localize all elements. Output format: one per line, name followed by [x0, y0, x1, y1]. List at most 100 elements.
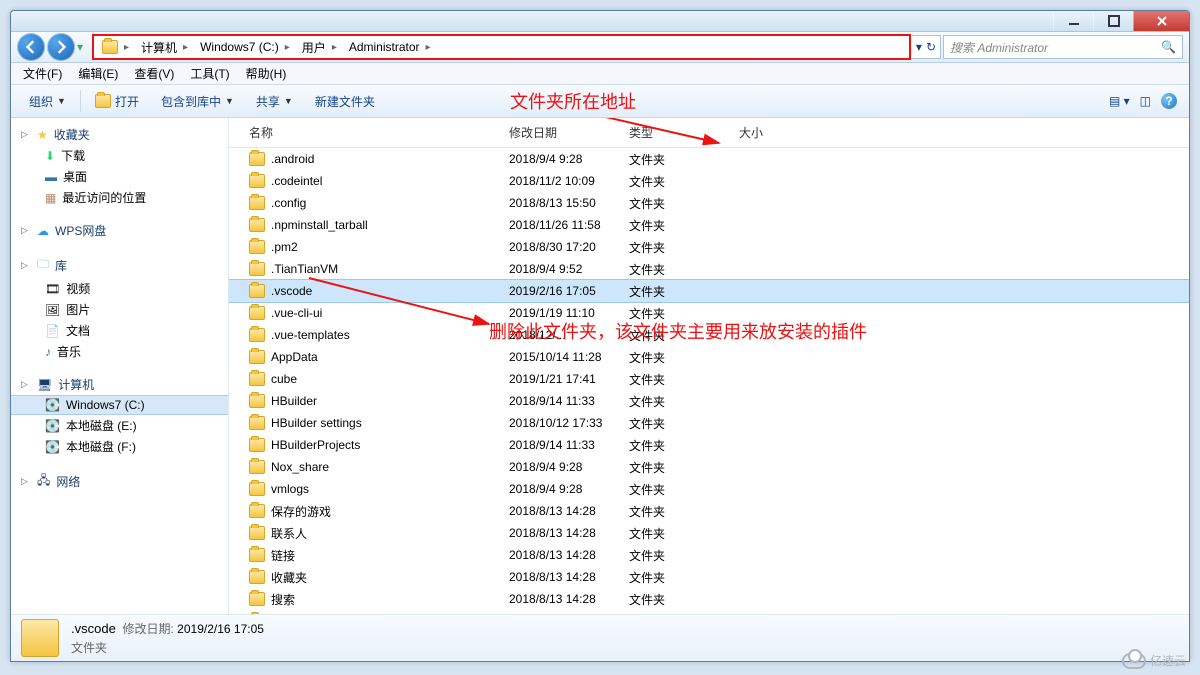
minimize-button[interactable] [1053, 11, 1093, 31]
folder-icon [249, 570, 265, 584]
table-row[interactable]: HBuilder2018/9/14 11:33文件夹 [229, 390, 1189, 412]
col-date[interactable]: 修改日期 [509, 122, 629, 143]
table-row[interactable]: .TianTianVM2018/9/4 9:52文件夹 [229, 258, 1189, 280]
file-type: 文件夹 [629, 525, 739, 542]
address-dropdown-icon[interactable]: ▾ [916, 40, 922, 54]
sidebar-item-drive-c[interactable]: 💽Windows7 (C:) [11, 395, 228, 415]
sidebar-item-desktop[interactable]: ▬桌面 [11, 166, 228, 187]
forward-button[interactable] [47, 33, 75, 61]
sidebar-item-videos[interactable]: 🎞视频 [11, 278, 228, 299]
file-type: 文件夹 [629, 569, 739, 586]
menu-bar: 文件(F) 编辑(E) 查看(V) 工具(T) 帮助(H) [11, 63, 1189, 85]
toolbar-include-in-library[interactable]: 包含到库中▼ [151, 93, 244, 110]
sidebar-network-header[interactable]: ▷🖧网络 [11, 469, 228, 494]
table-row[interactable]: 搜索2018/8/13 14:28文件夹 [229, 588, 1189, 610]
view-mode-button[interactable]: ▤ ▾ [1109, 94, 1130, 108]
file-type: 文件夹 [629, 393, 739, 410]
file-date: 2018/9/4 9:28 [509, 460, 629, 474]
preview-pane-button[interactable]: ◫ [1140, 94, 1151, 108]
sidebar-item-documents[interactable]: 📄文档 [11, 320, 228, 341]
menu-edit[interactable]: 编辑(E) [72, 63, 124, 84]
col-name[interactable]: 名称 [249, 122, 509, 143]
content-body: ▷★收藏夹 ⬇下载 ▬桌面 ▦最近访问的位置 ▷☁WPS网盘 ▷🗀库 🎞视频 🖼… [11, 118, 1189, 614]
table-row[interactable]: .config2018/8/13 15:50文件夹 [229, 192, 1189, 214]
sidebar-item-drive-f[interactable]: 💽本地磁盘 (F:) [11, 436, 228, 457]
sidebar-wps-header[interactable]: ▷☁WPS网盘 [11, 220, 228, 241]
menu-file[interactable]: 文件(F) [17, 63, 68, 84]
menu-tools[interactable]: 工具(T) [184, 63, 235, 84]
table-row[interactable]: .codeintel2018/11/2 10:09文件夹 [229, 170, 1189, 192]
file-date: 2019/1/21 17:41 [509, 372, 629, 386]
table-row[interactable]: HBuilderProjects2018/9/14 11:33文件夹 [229, 434, 1189, 456]
breadcrumb-label: 计算机 [141, 39, 177, 56]
refresh-icon[interactable]: ↻ [926, 40, 936, 54]
column-headers[interactable]: 名称 修改日期 类型 大小 [229, 118, 1189, 148]
table-row[interactable]: 保存的游戏2018/8/13 14:28文件夹 [229, 500, 1189, 522]
breadcrumb-item[interactable]: Administrator▸ [343, 36, 437, 58]
breadcrumb-item[interactable]: 计算机▸ [135, 36, 194, 58]
table-row[interactable]: .android2018/9/4 9:28文件夹 [229, 148, 1189, 170]
col-type[interactable]: 类型 [629, 122, 739, 143]
search-icon[interactable]: 🔍 [1161, 40, 1176, 54]
sidebar-libraries-header[interactable]: ▷🗀库 [11, 253, 228, 278]
back-button[interactable] [17, 33, 45, 61]
file-type: 文件夹 [629, 503, 739, 520]
table-row[interactable]: Nox_share 2018/9/4 9:28文件夹 [229, 456, 1189, 478]
file-type: 文件夹 [629, 349, 739, 366]
breadcrumb-root[interactable]: ▸ [96, 36, 135, 58]
toolbar-open[interactable]: 打开 [85, 93, 149, 110]
sidebar-favorites-header[interactable]: ▷★收藏夹 [11, 124, 228, 145]
file-date: 2018/10/12 17:33 [509, 416, 629, 430]
col-size[interactable]: 大小 [739, 122, 819, 143]
breadcrumb-item[interactable]: Windows7 (C:)▸ [194, 36, 296, 58]
toolbar-organize[interactable]: 组织▼ [19, 93, 76, 110]
sidebar-computer-header[interactable]: ▷🖥计算机 [11, 374, 228, 395]
table-row[interactable]: AppData2015/10/14 11:28文件夹 [229, 346, 1189, 368]
file-date: 2018/11/26 11:58 [509, 218, 629, 232]
file-type: 文件夹 [629, 437, 739, 454]
search-input[interactable]: 搜索 Administrator 🔍 [943, 35, 1183, 59]
file-name: 我的视频 [271, 613, 319, 614]
toolbar-new-folder[interactable]: 新建文件夹 [305, 93, 385, 110]
table-row[interactable]: .vscode2019/2/16 17:05文件夹 [229, 280, 1189, 302]
sidebar-item-downloads[interactable]: ⬇下载 [11, 145, 228, 166]
nav-history-dropdown[interactable]: ▾ [77, 40, 91, 54]
table-row[interactable]: 链接2018/8/13 14:28文件夹 [229, 544, 1189, 566]
table-row[interactable]: .pm22018/8/30 17:20文件夹 [229, 236, 1189, 258]
file-type: 文件夹 [629, 261, 739, 278]
table-row[interactable]: .npminstall_tarball2018/11/26 11:58文件夹 [229, 214, 1189, 236]
menu-view[interactable]: 查看(V) [128, 63, 180, 84]
folder-icon [249, 152, 265, 166]
address-bar[interactable]: ▸ 计算机▸ Windows7 (C:)▸ 用户▸ Administrator▸ [93, 35, 910, 59]
breadcrumb-item[interactable]: 用户▸ [296, 36, 343, 58]
file-date: 2018/8/13 14:28 [509, 570, 629, 584]
table-row[interactable]: 收藏夹 2018/8/13 14:28文件夹 [229, 566, 1189, 588]
file-date: 2018/8/13 14:28 [509, 592, 629, 606]
sidebar-item-recent[interactable]: ▦最近访问的位置 [11, 187, 228, 208]
file-name: .pm2 [271, 240, 298, 254]
file-date: 2018/9/4 9:28 [509, 482, 629, 496]
file-list-pane: 名称 修改日期 类型 大小 .android2018/9/4 9:28文件夹.c… [229, 118, 1189, 614]
table-row[interactable]: .vue-templates2018/12/...文件夹 [229, 324, 1189, 346]
table-row[interactable]: cube2019/1/21 17:41文件夹 [229, 368, 1189, 390]
sidebar-item-music[interactable]: ♪音乐 [11, 341, 228, 362]
toolbar-share[interactable]: 共享▼ [246, 93, 303, 110]
file-type: 文件夹 [629, 613, 739, 614]
file-name: 收藏夹 [271, 569, 307, 586]
menu-help[interactable]: 帮助(H) [240, 63, 293, 84]
table-row[interactable]: HBuilder settings2018/10/12 17:33文件夹 [229, 412, 1189, 434]
file-name: Nox_share [271, 460, 329, 474]
sidebar-item-pictures[interactable]: 🖼图片 [11, 299, 228, 320]
file-type: 文件夹 [629, 459, 739, 476]
maximize-button[interactable] [1093, 11, 1133, 31]
file-name: .codeintel [271, 174, 322, 188]
search-placeholder: 搜索 Administrator [950, 39, 1048, 56]
sidebar-item-drive-e[interactable]: 💽本地磁盘 (E:) [11, 415, 228, 436]
help-icon[interactable]: ? [1161, 93, 1177, 109]
file-date: 2019/2/16 17:05 [509, 284, 629, 298]
table-row[interactable]: 我的视频2018/8/13 14:28文件夹 [229, 610, 1189, 614]
table-row[interactable]: 联系人2018/8/13 14:28文件夹 [229, 522, 1189, 544]
close-button[interactable] [1133, 11, 1189, 31]
table-row[interactable]: .vue-cli-ui2019/1/19 11:10文件夹 [229, 302, 1189, 324]
table-row[interactable]: vmlogs2018/9/4 9:28文件夹 [229, 478, 1189, 500]
